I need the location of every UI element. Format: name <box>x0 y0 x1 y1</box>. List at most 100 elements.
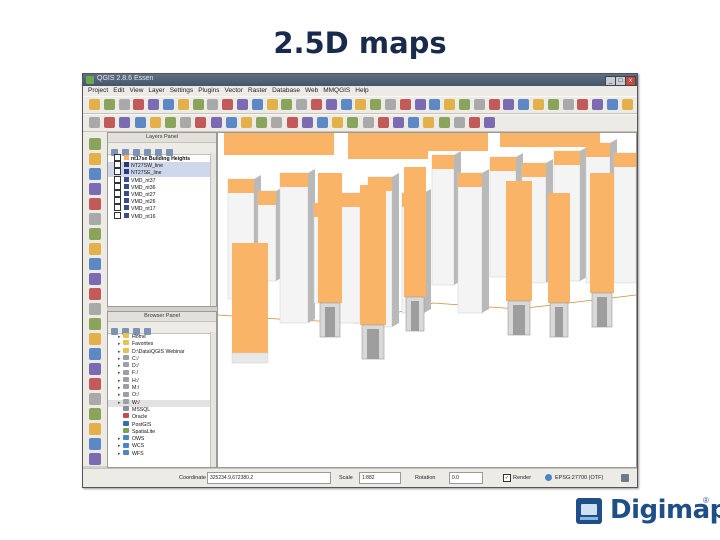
edit-tool-icon-14[interactable] <box>286 117 298 128</box>
add-layer-tool-icon-18[interactable] <box>89 393 101 405</box>
layer-visibility-checkbox[interactable] <box>114 189 121 197</box>
add-layer-tool-icon-21[interactable] <box>89 438 101 450</box>
layers-scrollbar[interactable] <box>210 153 216 306</box>
main-tool-icon-12[interactable] <box>251 99 263 110</box>
add-layer-tool-icon-11[interactable] <box>89 288 101 300</box>
layer-item[interactable]: VMD_nt17 <box>108 204 216 212</box>
main-tool-icon-7[interactable] <box>177 99 189 110</box>
edit-tool-icon-8[interactable] <box>195 117 207 128</box>
add-layer-tool-icon-16[interactable] <box>89 363 101 375</box>
edit-tool-icon-9[interactable] <box>210 117 222 128</box>
edit-tool-icon-12[interactable] <box>256 117 268 128</box>
add-layer-tool-icon-4[interactable] <box>89 183 101 195</box>
messages-icon[interactable] <box>621 474 629 482</box>
edit-tool-icon-13[interactable] <box>271 117 283 128</box>
close-button[interactable]: x <box>625 76 636 86</box>
render-checkbox[interactable]: ✓ <box>503 474 511 482</box>
main-tool-icon-30[interactable] <box>518 99 530 110</box>
menu-view[interactable]: View <box>129 86 143 96</box>
main-tool-icon-36[interactable] <box>607 99 618 110</box>
main-tool-icon-33[interactable] <box>562 99 574 110</box>
menu-plugins[interactable]: Plugins <box>198 86 219 96</box>
menu-help[interactable]: Help <box>355 86 368 96</box>
edit-tool-icon-5[interactable] <box>149 117 161 128</box>
layer-visibility-checkbox[interactable] <box>114 168 121 176</box>
main-tool-icon-31[interactable] <box>533 99 544 110</box>
edit-tool-icon-20[interactable] <box>377 117 389 128</box>
main-tool-icon-35[interactable] <box>592 99 604 110</box>
layer-visibility-checkbox[interactable] <box>114 211 121 219</box>
crs-status[interactable]: EPSG:27700 (OTF) <box>555 475 603 481</box>
main-tool-icon-2[interactable] <box>103 99 115 110</box>
layer-item[interactable]: VMD_nt27 <box>108 189 216 198</box>
layer-visibility-checkbox[interactable] <box>114 154 121 161</box>
menu-mmqgis[interactable]: MMQGIS <box>323 86 350 96</box>
crs-globe-icon[interactable] <box>545 474 552 481</box>
main-tool-icon-20[interactable] <box>370 99 382 110</box>
layer-item[interactable]: VMD_nt36 <box>108 182 216 191</box>
browser-scrollbar[interactable] <box>210 332 216 467</box>
layer-item[interactable]: VMD_nt16 <box>108 211 216 220</box>
menu-layer[interactable]: Layer <box>148 86 164 96</box>
main-tool-icon-3[interactable] <box>118 99 130 110</box>
main-tool-icon-15[interactable] <box>296 99 308 110</box>
main-tool-icon-11[interactable] <box>237 99 248 110</box>
main-tool-icon-17[interactable] <box>325 99 337 110</box>
menu-project[interactable]: Project <box>88 86 108 96</box>
main-tool-icon-37[interactable] <box>621 99 633 110</box>
edit-tool-icon-23[interactable] <box>423 117 435 128</box>
edit-tool-icon-18[interactable] <box>347 117 359 128</box>
add-layer-tool-icon-7[interactable] <box>89 228 101 240</box>
edit-tool-icon-16[interactable] <box>317 117 328 128</box>
coordinate-field[interactable]: 325234.9,672380.2 <box>207 472 331 484</box>
main-tool-icon-14[interactable] <box>281 99 293 110</box>
layer-visibility-checkbox[interactable] <box>114 204 121 212</box>
edit-tool-icon-3[interactable] <box>119 117 131 128</box>
edit-tool-icon-21[interactable] <box>393 117 404 128</box>
add-layer-tool-icon-8[interactable] <box>89 243 101 255</box>
main-tool-icon-22[interactable] <box>399 99 411 110</box>
scale-field[interactable]: 1:882 <box>359 472 401 484</box>
main-tool-icon-28[interactable] <box>488 99 500 110</box>
add-layer-tool-icon-17[interactable] <box>89 378 101 390</box>
menu-vector[interactable]: Vector <box>225 86 243 96</box>
layer-visibility-checkbox[interactable] <box>114 182 121 190</box>
add-layer-tool-icon-10[interactable] <box>89 273 101 285</box>
layer-item[interactable]: NT27SE_line <box>108 168 216 177</box>
add-layer-tool-icon-15[interactable] <box>89 348 101 360</box>
edit-tool-icon-22[interactable] <box>408 117 420 128</box>
layer-visibility-checkbox[interactable] <box>114 161 121 169</box>
menu-edit[interactable]: Edit <box>113 86 124 96</box>
main-tool-icon-23[interactable] <box>414 99 426 110</box>
main-tool-icon-16[interactable] <box>311 99 322 110</box>
map-canvas[interactable] <box>217 132 637 468</box>
main-tool-icon-1[interactable] <box>89 99 100 110</box>
layer-item[interactable]: VMD_nt26 <box>108 197 216 205</box>
add-layer-tool-icon-13[interactable] <box>89 318 101 330</box>
layer-item[interactable]: NT27SW_line <box>108 161 216 170</box>
main-tool-icon-25[interactable] <box>444 99 456 110</box>
rotation-field[interactable]: 0.0 <box>449 472 483 484</box>
main-tool-icon-8[interactable] <box>192 99 204 110</box>
main-tool-icon-18[interactable] <box>340 99 352 110</box>
menu-web[interactable]: Web <box>305 86 318 96</box>
edit-tool-icon-2[interactable] <box>104 117 116 128</box>
add-layer-tool-icon-3[interactable] <box>89 168 101 180</box>
browser-item[interactable]: ▸ WFS <box>108 449 216 458</box>
add-layer-tool-icon-1[interactable] <box>89 138 101 150</box>
main-tool-icon-19[interactable] <box>355 99 367 110</box>
main-tool-icon-32[interactable] <box>547 99 559 110</box>
add-layer-tool-icon-12[interactable] <box>89 303 101 315</box>
main-tool-icon-4[interactable] <box>133 99 145 110</box>
edit-tool-icon-4[interactable] <box>134 117 146 128</box>
edit-tool-icon-1[interactable] <box>89 117 100 128</box>
main-tool-icon-26[interactable] <box>459 99 470 110</box>
main-tool-icon-5[interactable] <box>148 99 160 110</box>
menu-settings[interactable]: Settings <box>170 86 194 96</box>
main-tool-icon-9[interactable] <box>207 99 219 110</box>
main-tool-icon-21[interactable] <box>385 99 396 110</box>
add-layer-tool-icon-22[interactable] <box>89 453 101 465</box>
main-tool-icon-27[interactable] <box>473 99 485 110</box>
main-tool-icon-24[interactable] <box>429 99 441 110</box>
edit-tool-icon-15[interactable] <box>301 117 313 128</box>
